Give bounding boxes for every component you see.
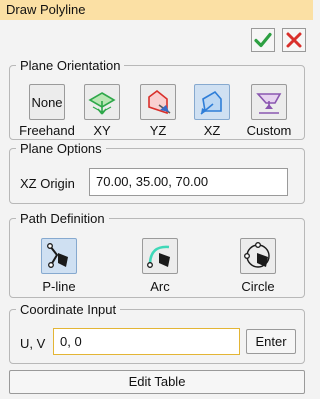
title-bar: Draw Polyline <box>0 0 313 20</box>
cancel-button[interactable] <box>282 28 306 52</box>
xy-label: XY <box>93 123 111 138</box>
arc-label: Arc <box>150 279 170 294</box>
xz-plane-button[interactable] <box>194 84 230 120</box>
pline-icon <box>47 243 68 268</box>
yz-plane-icon <box>148 89 171 115</box>
enter-button[interactable]: Enter <box>246 329 296 354</box>
edit-table-button[interactable]: Edit Table <box>9 370 305 394</box>
arc-button[interactable] <box>142 238 178 274</box>
xz-label: XZ <box>203 123 221 138</box>
plane-orientation-legend: Plane Orientation <box>20 58 121 73</box>
close-icon <box>286 32 302 48</box>
circle-label: Circle <box>241 279 275 294</box>
custom-label: Custom <box>246 123 292 138</box>
yz-plane-button[interactable] <box>140 84 176 120</box>
circle-icon <box>244 242 270 268</box>
circle-button[interactable] <box>240 238 276 274</box>
uv-label: U, V <box>20 336 46 351</box>
xz-plane-icon <box>200 90 222 115</box>
xy-plane-icon <box>88 92 116 115</box>
none-icon: None <box>31 94 63 110</box>
uv-input[interactable]: 0, 0 <box>53 328 240 355</box>
arc-icon <box>147 245 170 268</box>
ok-button[interactable] <box>251 28 275 52</box>
path-definition-legend: Path Definition <box>20 211 105 226</box>
freehand-label: Freehand <box>19 123 75 138</box>
coordinate-input-legend: Coordinate Input <box>20 302 117 317</box>
yz-label: YZ <box>149 123 167 138</box>
pline-button[interactable] <box>41 238 77 274</box>
xy-plane-button[interactable] <box>84 84 120 120</box>
custom-plane-button[interactable] <box>251 84 287 120</box>
check-icon <box>254 32 272 48</box>
freehand-button[interactable]: None <box>29 84 65 120</box>
plane-options-legend: Plane Options <box>20 141 102 156</box>
window-title: Draw Polyline <box>6 2 86 17</box>
xz-origin-input[interactable]: 70.00, 35.00, 70.00 <box>89 168 288 196</box>
custom-plane-icon <box>256 93 282 114</box>
pline-label: P-line <box>42 279 76 294</box>
xz-origin-label: XZ Origin <box>20 176 75 191</box>
